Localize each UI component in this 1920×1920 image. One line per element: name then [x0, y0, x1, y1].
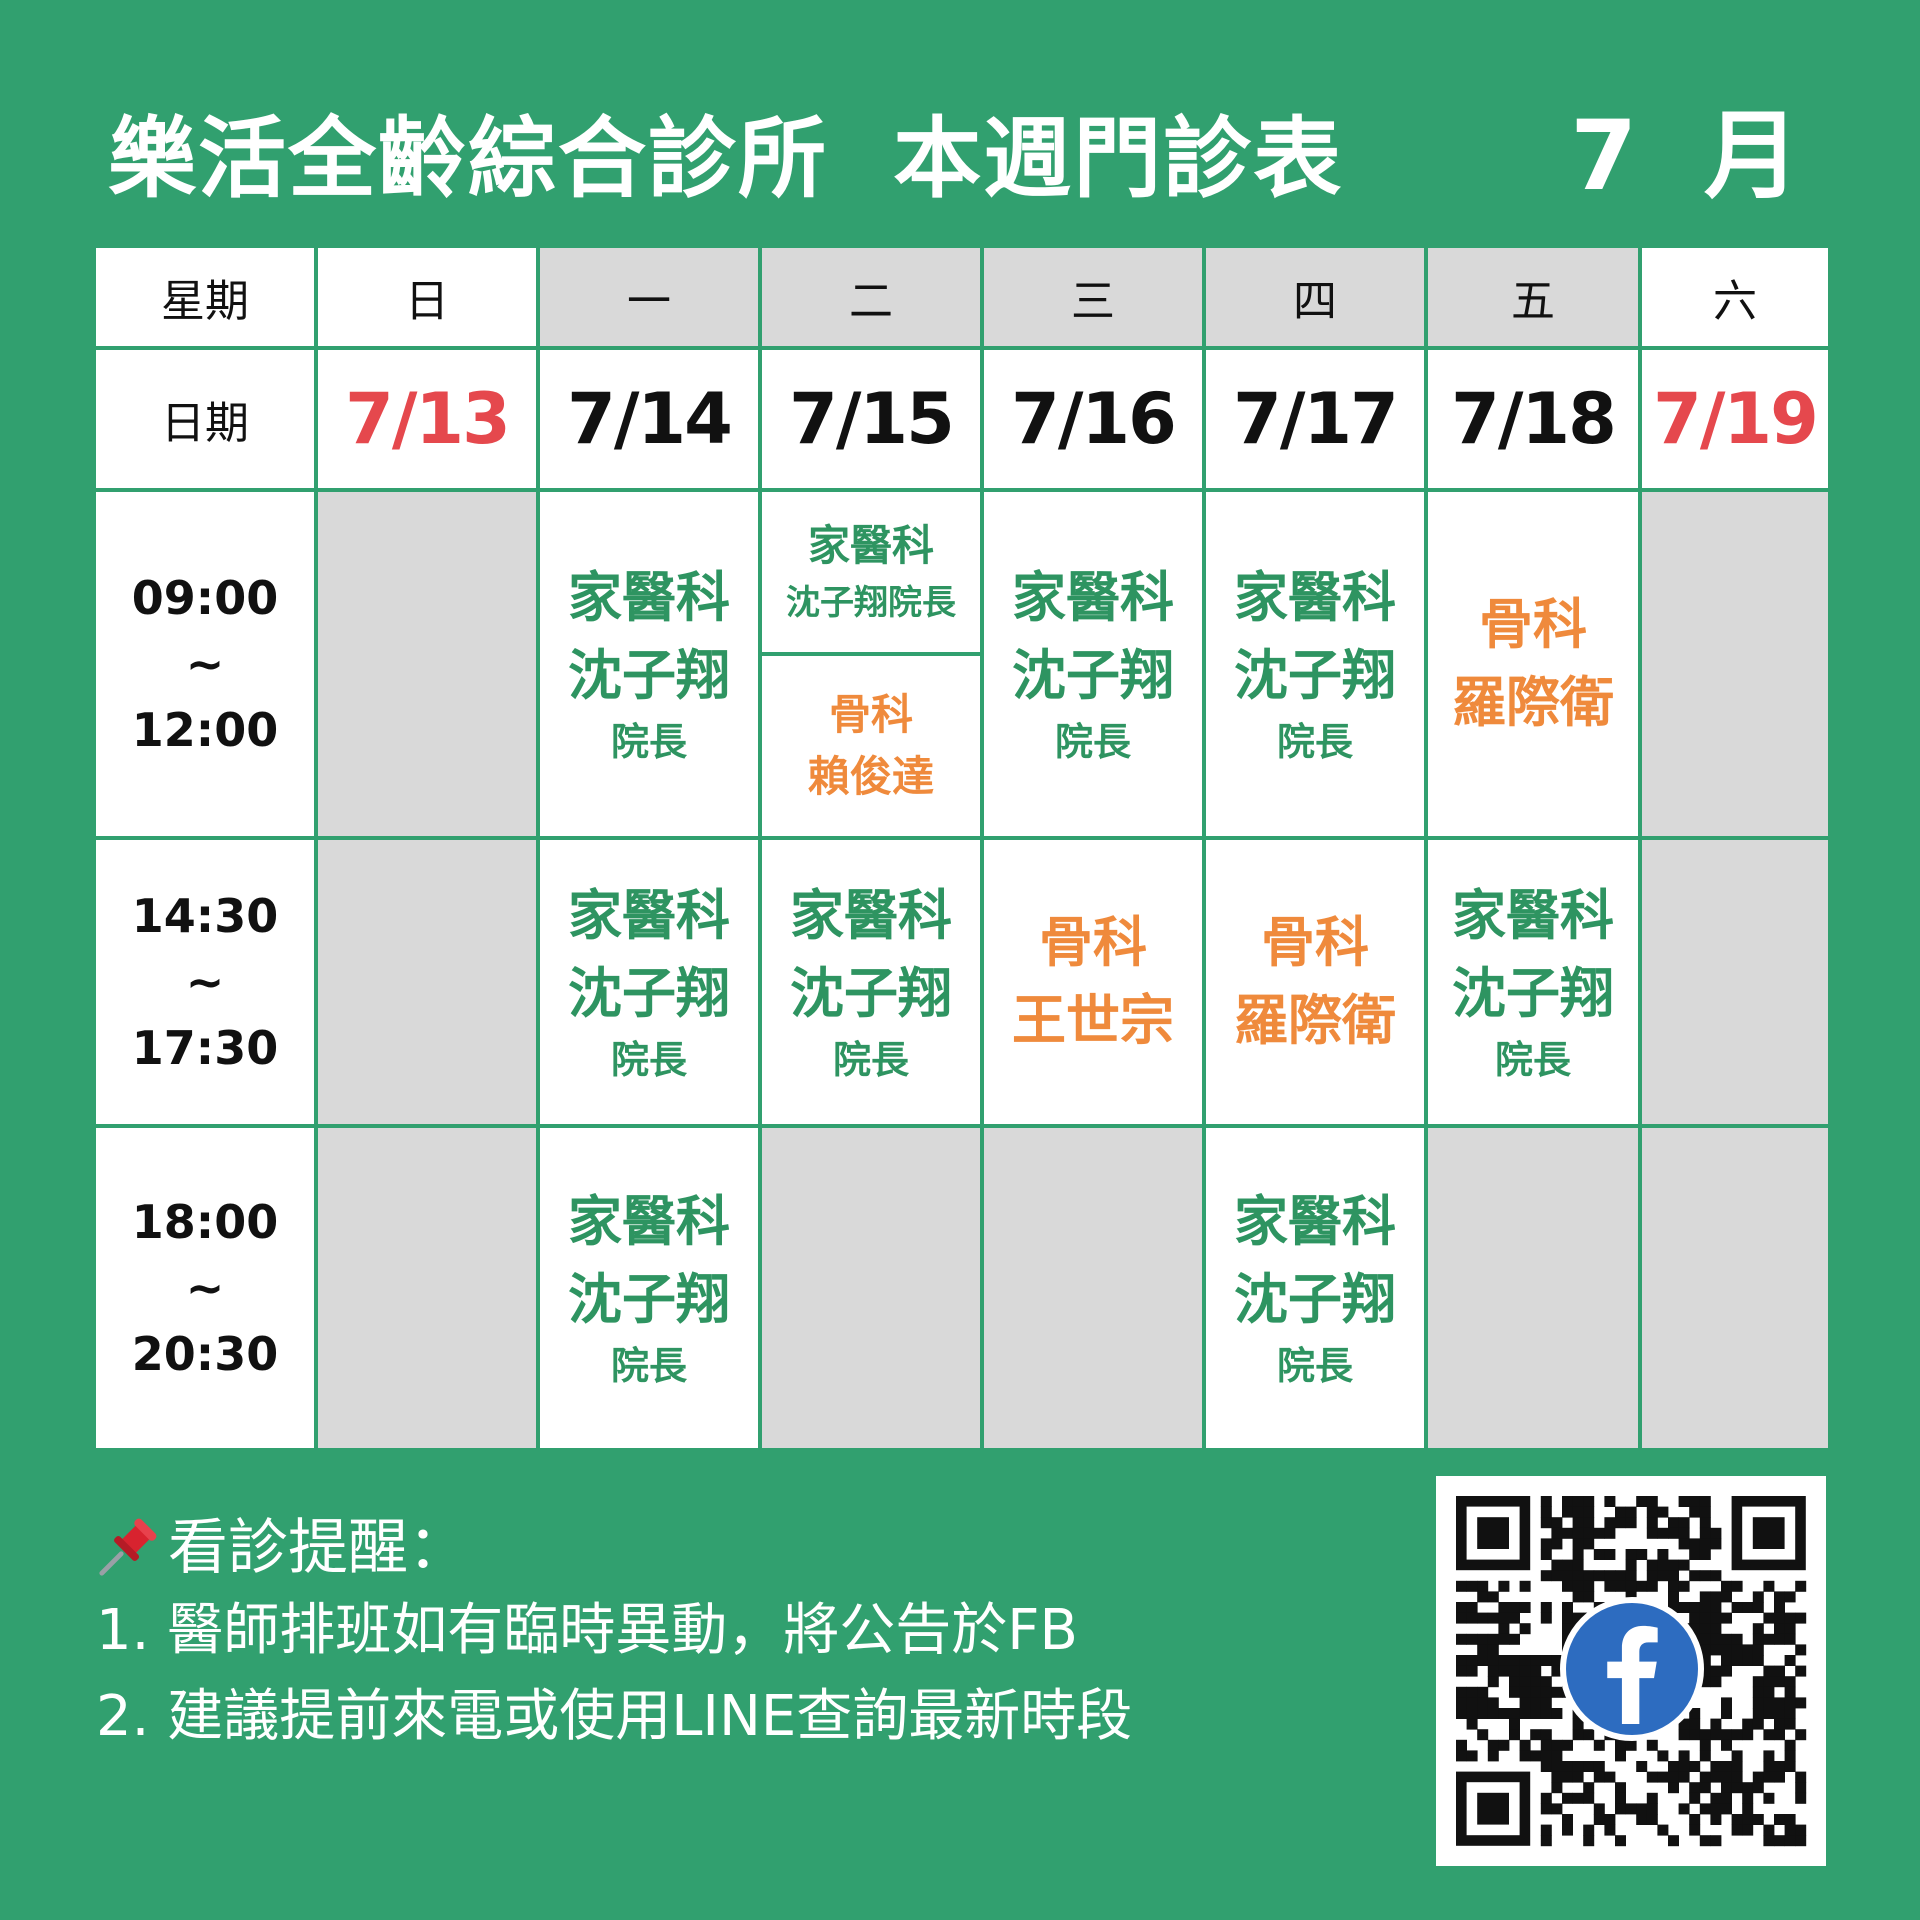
- closed-cell: [980, 1124, 1206, 1452]
- dept-label: 家醫科: [1012, 566, 1174, 629]
- schedule-table: 星期 日 一 二 三 四 五 六 日期 7/13 7/14 7/15 7/16 …: [92, 244, 1832, 1452]
- weekday-wed: 三: [980, 244, 1206, 350]
- closed-cell: [314, 836, 540, 1128]
- weekday-row: 星期 日 一 二 三 四 五 六: [92, 244, 1832, 350]
- notice-section: 看診提醒： 1. 醫師排班如有臨時異動，將公告於FB 2. 建議提前來電或使用L…: [96, 1508, 1132, 1760]
- closed-cell: [1424, 1124, 1642, 1452]
- doctor-title: 院長: [832, 1038, 909, 1082]
- dept-label: 家醫科: [568, 1190, 730, 1253]
- doctor-title: 院長: [610, 1038, 687, 1082]
- afternoon-row: 14:30 ~ 17:30 家醫科 沈子翔 院長 家醫科 沈子翔 院長 骨科 王…: [92, 836, 1832, 1128]
- dept-label: 骨科: [1039, 911, 1147, 974]
- closed-cell: [1638, 1124, 1832, 1452]
- doctor-name: 沈子翔院長: [786, 583, 956, 623]
- doctor-name: 沈子翔: [1234, 1268, 1396, 1331]
- date-fri: 7/18: [1451, 378, 1617, 460]
- doctor-name: 羅際衛: [1234, 989, 1396, 1052]
- dept-label: 家醫科: [568, 884, 730, 947]
- dept-label: 家醫科: [1234, 566, 1396, 629]
- time-slot-afternoon: 14:30 ~ 17:30: [92, 836, 318, 1128]
- date-label: 日期: [92, 346, 318, 492]
- doctor-name: 沈子翔: [790, 962, 952, 1025]
- doctor-title: 院長: [1494, 1038, 1571, 1082]
- closed-cell: [314, 488, 540, 840]
- doctor-name: 賴俊達: [807, 752, 934, 801]
- evening-row: 18:00 ~ 20:30 家醫科 沈子翔 院長 家醫科 沈子翔 院長: [92, 1124, 1832, 1452]
- clinic-cell: 家醫科 沈子翔 院長: [758, 836, 984, 1128]
- month-label: 7 月: [1570, 100, 1800, 212]
- clinic-cell: 骨科 王世宗: [980, 836, 1206, 1128]
- facebook-icon: [1560, 1597, 1704, 1741]
- doctor-title: 院長: [1054, 720, 1131, 764]
- notice-heading-text: 看診提醒：: [168, 1513, 468, 1583]
- doctor-name: 沈子翔: [568, 644, 730, 707]
- date-thu: 7/17: [1233, 378, 1399, 460]
- closed-cell: [1638, 836, 1832, 1128]
- notice-item: 1. 醫師排班如有臨時異動，將公告於FB: [96, 1598, 1078, 1663]
- dept-label: 家醫科: [790, 884, 952, 947]
- date-row: 日期 7/13 7/14 7/15 7/16 7/17 7/18 7/19: [92, 346, 1832, 492]
- doctor-name: 羅際衛: [1452, 671, 1614, 734]
- dept-label: 骨科: [1261, 911, 1369, 974]
- weekday-tue: 二: [758, 244, 984, 350]
- closed-cell: [1638, 488, 1832, 840]
- week-label: 星期: [92, 244, 318, 350]
- clinic-cell: 家醫科 沈子翔 院長: [1202, 488, 1428, 840]
- morning-row: 09:00 ~ 12:00 家醫科 沈子翔 院長 家醫科 沈子翔院長 骨科 賴俊…: [92, 488, 1832, 840]
- doctor-name: 沈子翔: [1234, 644, 1396, 707]
- clinic-cell: 家醫科 沈子翔 院長: [980, 488, 1206, 840]
- clinic-cell: 骨科 羅際衛: [1424, 488, 1642, 840]
- clinic-cell: 家醫科 沈子翔 院長: [536, 836, 762, 1128]
- doctor-name: 沈子翔: [568, 1268, 730, 1331]
- dept-label: 骨科: [828, 690, 913, 739]
- doctor-name: 沈子翔: [1012, 644, 1174, 707]
- doctor-name: 沈子翔: [1452, 962, 1614, 1025]
- time-slot-morning: 09:00 ~ 12:00: [92, 488, 318, 840]
- clinic-cell-split: 家醫科 沈子翔院長 骨科 賴俊達: [758, 488, 984, 840]
- date-tue: 7/15: [789, 378, 955, 460]
- clinic-cell: 家醫科 沈子翔 院長: [536, 488, 762, 840]
- notice-item: 2. 建議提前來電或使用LINE查詢最新時段: [96, 1684, 1133, 1749]
- clinic-cell: 家醫科 沈子翔 院長: [1424, 836, 1642, 1128]
- clinic-cell: 家醫科 沈子翔 院長: [1202, 1124, 1428, 1452]
- date-sun: 7/13: [345, 378, 511, 460]
- doctor-title: 院長: [610, 1344, 687, 1388]
- page-title: 樂活全齡綜合診所 本週門診表: [108, 107, 1344, 210]
- notice-heading: 看診提醒：: [96, 1508, 1132, 1588]
- weekday-sat: 六: [1638, 244, 1832, 350]
- date-wed: 7/16: [1011, 378, 1177, 460]
- weekday-fri: 五: [1424, 244, 1642, 350]
- closed-cell: [314, 1124, 540, 1452]
- dept-label: 家醫科: [1234, 1190, 1396, 1253]
- date-mon: 7/14: [567, 378, 733, 460]
- doctor-name: 王世宗: [1012, 989, 1174, 1052]
- dept-label: 家醫科: [568, 566, 730, 629]
- closed-cell: [758, 1124, 984, 1452]
- doctor-title: 院長: [1276, 720, 1353, 764]
- doctor-name: 沈子翔: [568, 962, 730, 1025]
- weekday-thu: 四: [1202, 244, 1428, 350]
- pushpin-icon: [99, 1518, 157, 1576]
- weekday-mon: 一: [536, 244, 762, 350]
- date-sat: 7/19: [1653, 378, 1819, 460]
- clinic-cell: 骨科 羅際衛: [1202, 836, 1428, 1128]
- dept-label: 骨科: [1479, 593, 1587, 656]
- doctor-title: 院長: [1276, 1344, 1353, 1388]
- time-slot-evening: 18:00 ~ 20:30: [92, 1124, 318, 1452]
- weekday-sun: 日: [314, 244, 540, 350]
- clinic-cell: 家醫科 沈子翔 院長: [536, 1124, 762, 1452]
- dept-label: 家醫科: [1452, 884, 1614, 947]
- doctor-title: 院長: [610, 720, 687, 764]
- dept-label: 家醫科: [807, 521, 934, 570]
